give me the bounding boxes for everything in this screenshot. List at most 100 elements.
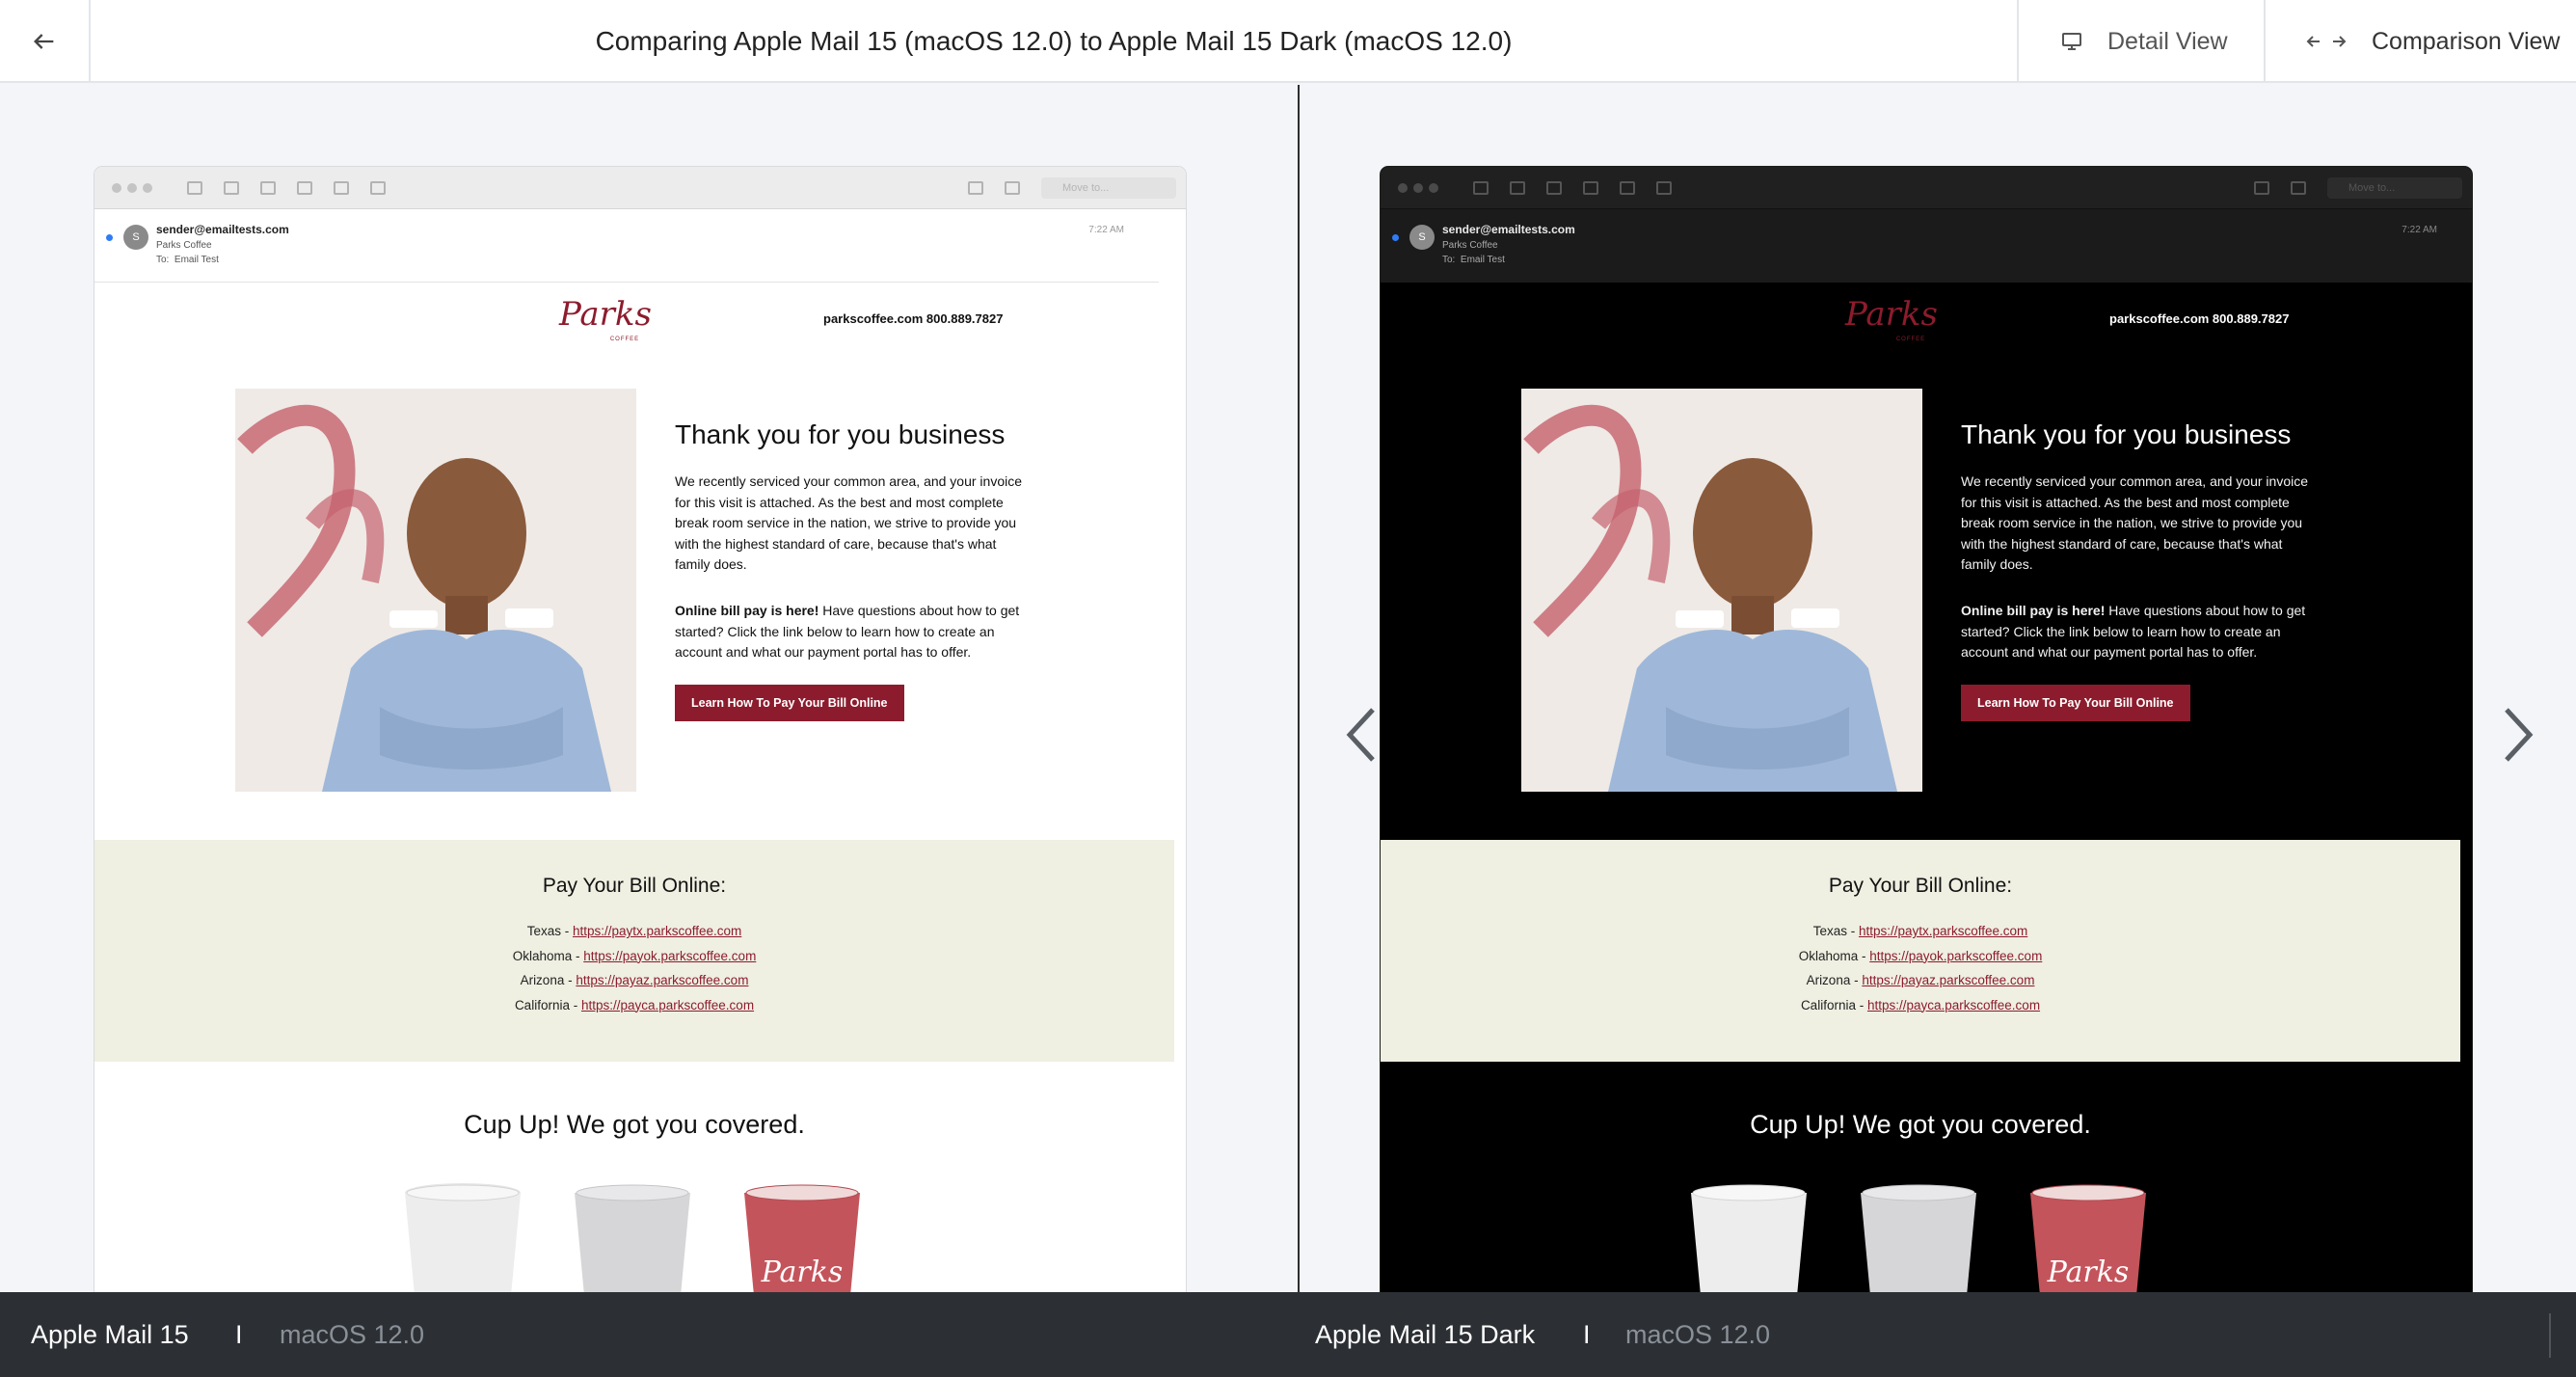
page-title: Comparing Apple Mail 15 (macOS 12.0) to … — [595, 26, 1513, 56]
contact-info: parkscoffee.com 800.889.7827 — [823, 311, 1004, 326]
gray-cup-image — [1861, 1184, 1976, 1292]
right-client-name: Apple Mail 15 Dark — [1315, 1319, 1536, 1349]
white-cup-image — [1691, 1184, 1807, 1292]
sender-email: sender@emailtests.com — [1442, 223, 1575, 236]
recipient-line: To: Email Test — [1442, 253, 1505, 267]
bill-pay-paragraph: Online bill pay is here! Have questions … — [1961, 601, 2308, 663]
pay-bill-cta-button[interactable]: Learn How To Pay Your Bill Online — [1961, 684, 2190, 721]
red-cup-image: Parks — [2030, 1184, 2146, 1292]
hero-title: Thank you for you business — [1961, 419, 2292, 449]
right-preview-panel[interactable]: Move to... S sender@emailtests.com Parks… — [1300, 85, 2576, 1292]
brand-row: Parks COFFEE parkscoffee.com 800.889.782… — [94, 283, 1174, 389]
bill-pay-paragraph: Online bill pay is here! Have questions … — [675, 601, 1022, 663]
state-label: California - — [514, 997, 581, 1012]
cup-title: Cup Up! We got you covered. — [464, 1110, 805, 1139]
pay-line-arizona: Arizona - https://payaz.parkscoffee.com — [1381, 968, 2460, 993]
pay-link[interactable]: https://payca.parkscoffee.com — [581, 998, 754, 1012]
right-os-name: macOS 12.0 — [1625, 1319, 1771, 1349]
junk-icon — [260, 180, 276, 195]
pay-link[interactable]: https://payaz.parkscoffee.com — [576, 973, 748, 987]
comparison-view-button[interactable]: Comparison View — [2264, 0, 2576, 83]
left-preview-panel[interactable]: Move to... S sender@emailtests.com Parks… — [0, 85, 1298, 1292]
hero-paragraph: We recently serviced your common area, a… — [675, 473, 1023, 573]
pay-title: Pay Your Bill Online: — [1828, 875, 2013, 897]
pay-link[interactable]: https://payok.parkscoffee.com — [583, 949, 756, 963]
comparison-view-label: Comparison View — [2372, 27, 2561, 55]
print-icon — [2254, 180, 2269, 195]
flag-icon — [2291, 180, 2306, 195]
gray-cup-image — [575, 1184, 690, 1292]
cup-section: Cup Up! We got you covered. Parks — [94, 1062, 1174, 1292]
reply-all-icon — [334, 180, 349, 195]
svg-text:Parks: Parks — [558, 295, 652, 334]
detail-view-label: Detail View — [2107, 27, 2228, 55]
pay-title: Pay Your Bill Online: — [542, 875, 727, 897]
to-value: Email Test — [174, 255, 219, 265]
trash-icon — [1510, 180, 1525, 195]
right-separator: I — [1583, 1319, 1591, 1349]
detail-view-button[interactable]: Detail View — [2017, 0, 2264, 83]
sender-name: Parks Coffee — [1442, 240, 1498, 251]
print-icon — [968, 180, 983, 195]
hero-title: Thank you for you business — [675, 419, 1006, 449]
cups-row: Parks — [1689, 1181, 2152, 1292]
forward-icon — [1656, 180, 1672, 195]
pay-link[interactable]: https://payaz.parkscoffee.com — [1862, 973, 2034, 987]
pay-line-texas: Texas - https://paytx.parkscoffee.com — [1381, 919, 2460, 944]
unread-dot — [1392, 234, 1399, 241]
bill-pay-bold: Online bill pay is here! — [675, 602, 819, 618]
parks-logo: Parks COFFEE — [558, 295, 652, 342]
technician-photo — [235, 389, 636, 792]
to-label: To: — [1442, 255, 1456, 265]
pay-line-oklahoma: Oklahoma - https://payok.parkscoffee.com — [1381, 944, 2460, 969]
left-client-name: Apple Mail 15 — [31, 1319, 189, 1349]
pay-link[interactable]: https://payok.parkscoffee.com — [1869, 949, 2042, 963]
parks-logo: Parks COFFEE — [1844, 295, 1938, 342]
hero-section: Thank you for you business We recently s… — [1381, 389, 2460, 840]
window-controls — [1398, 182, 1438, 193]
arrow-left-icon — [34, 34, 54, 49]
avatar: S — [1409, 225, 1435, 250]
sender-details: Parks Coffee To: Email Test — [1442, 238, 1505, 267]
pay-line-california: California - https://payca.parkscoffee.c… — [1381, 993, 2460, 1018]
email-body: Parks COFFEE parkscoffee.com 800.889.782… — [1381, 283, 2460, 1292]
scrollbar[interactable] — [2549, 1313, 2551, 1358]
state-label: Arizona - — [520, 973, 577, 987]
hero-paragraph: We recently serviced your common area, a… — [1961, 473, 2309, 573]
state-label: California - — [1800, 997, 1867, 1012]
white-cup-image — [405, 1183, 521, 1292]
to-value: Email Test — [1460, 255, 1505, 265]
state-label: Oklahoma - — [512, 948, 584, 963]
chevron-right-icon — [2505, 708, 2534, 762]
cup-section: Cup Up! We got you covered. Parks — [1381, 1062, 2460, 1292]
monitor-icon — [2061, 32, 2082, 51]
svg-text:Parks: Parks — [2047, 1256, 2130, 1289]
brand-row: Parks COFFEE parkscoffee.com 800.889.782… — [1381, 283, 2460, 389]
pay-line-arizona: Arizona - https://payaz.parkscoffee.com — [94, 968, 1174, 993]
pay-section: Pay Your Bill Online: Texas - https://pa… — [94, 840, 1174, 1062]
state-label: Oklahoma - — [1798, 948, 1870, 963]
mail-header: S sender@emailtests.com Parks Coffee To:… — [1381, 209, 2472, 283]
mail-toolbar: Move to... — [94, 167, 1186, 209]
compare-arrows-icon — [2306, 32, 2347, 51]
next-button[interactable] — [2497, 704, 2539, 766]
mail-time: 7:22 AM — [1088, 225, 1124, 235]
top-bar: Comparing Apple Mail 15 (macOS 12.0) to … — [0, 0, 2576, 83]
hero-section: Thank you for you business We recently s… — [94, 389, 1174, 840]
pay-link[interactable]: https://paytx.parkscoffee.com — [573, 924, 741, 938]
cup-title: Cup Up! We got you covered. — [1750, 1110, 2091, 1139]
pay-link[interactable]: https://payca.parkscoffee.com — [1867, 998, 2040, 1012]
pay-link[interactable]: https://paytx.parkscoffee.com — [1859, 924, 2027, 938]
contact-info: parkscoffee.com 800.889.7827 — [2109, 311, 2290, 326]
move-to-field: Move to... — [1041, 176, 1176, 199]
pay-line-california: California - https://payca.parkscoffee.c… — [94, 993, 1174, 1018]
bill-pay-bold: Online bill pay is here! — [1961, 602, 2106, 618]
left-os-name: macOS 12.0 — [280, 1319, 425, 1349]
flag-icon — [1005, 180, 1020, 195]
pay-bill-cta-button[interactable]: Learn How To Pay Your Bill Online — [675, 684, 904, 721]
svg-text:COFFEE: COFFEE — [1896, 337, 1925, 342]
mail-toolbar: Move to... — [1381, 167, 2472, 209]
back-button[interactable] — [0, 0, 91, 83]
previous-button[interactable] — [1340, 704, 1382, 766]
email-body: Parks COFFEE parkscoffee.com 800.889.782… — [94, 283, 1174, 1292]
